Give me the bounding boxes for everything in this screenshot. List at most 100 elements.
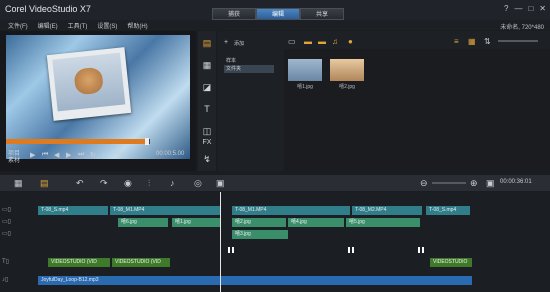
end-icon[interactable]: ⏭ xyxy=(78,151,84,159)
photo-clip[interactable]: 嘻3.jpg xyxy=(232,230,288,239)
scrubber-handle[interactable] xyxy=(145,138,150,145)
video-clip[interactable]: T-08_S.mp4 xyxy=(38,206,108,215)
photo-filter-icon[interactable]: ▬ xyxy=(318,37,326,46)
info-icon[interactable]: ● xyxy=(348,37,353,46)
media-icon[interactable]: ▤ xyxy=(201,37,213,49)
maximize-icon[interactable]: □ xyxy=(528,4,533,13)
player-panel: 项目 素材 ▶ ⏮ ◀ ▶ ⏭ ↻ ♪ HD 00:00:5.00 xyxy=(0,31,196,171)
library-thumb[interactable] xyxy=(330,59,364,81)
timeline-zoom-slider[interactable] xyxy=(432,182,466,184)
library-items: 嘻1.jpg 嘻2.jpg xyxy=(284,49,550,171)
photo-clip[interactable]: 嘻2.jpg xyxy=(232,218,286,227)
timeline-view-icon[interactable]: ▤ xyxy=(40,178,49,189)
video-clip[interactable]: T-08_M1.MP4 xyxy=(110,206,220,215)
title-icon[interactable]: T xyxy=(201,103,213,115)
add-icon[interactable]: + xyxy=(224,39,228,46)
video-filter-icon[interactable]: ▬ xyxy=(304,37,312,46)
tab-share[interactable]: 共享 xyxy=(300,8,344,20)
track-header-overlay2[interactable]: ▭▯ xyxy=(2,230,28,240)
menu-tools[interactable]: 工具(T) xyxy=(68,21,88,30)
zoom-slider[interactable] xyxy=(498,40,538,42)
app-title: Corel VideoStudio X7 xyxy=(5,4,91,14)
track-header-video[interactable]: ▭▯ xyxy=(2,206,28,216)
library-category-bar: ▤ ▦ ◪ T ◫ FX ↯ xyxy=(198,31,216,171)
close-icon[interactable]: ✕ xyxy=(539,4,546,13)
subtitle-icon[interactable]: ▣ xyxy=(216,178,225,189)
library-panel: + 添加 样本 文件夹 ▭ ▬ ▬ ♫ ● ≡ ▦ ⇅ 嘻1.jpg 嘻2.jp… xyxy=(218,31,550,171)
tab-edit[interactable]: 编辑 xyxy=(256,8,300,20)
pause-icon xyxy=(228,247,234,253)
menu-help[interactable]: 帮助(H) xyxy=(127,21,147,30)
timeline-tracks: ▭▯ ▭▯ ▭▯ T▯ ♪▯ T-08_S.mp4 T-08_M1.MP4 T-… xyxy=(0,192,550,292)
transition-icon[interactable]: ◪ xyxy=(201,81,213,93)
graphic-icon[interactable]: ◫ xyxy=(201,125,213,137)
sort-icon[interactable]: ⇅ xyxy=(484,37,491,46)
menu-bar: 文件(F) 编辑(E) 工具(T) 设置(S) 帮助(H) xyxy=(0,20,550,30)
path-icon[interactable]: ↯ xyxy=(201,153,213,165)
library-thumb-label: 嘻1.jpg xyxy=(297,84,313,90)
window-controls: ? — □ ✕ xyxy=(504,4,546,13)
mode-clip[interactable]: 素材 xyxy=(8,155,20,164)
prev-frame-icon[interactable]: ◀ xyxy=(54,151,59,159)
home-icon[interactable]: ⏮ xyxy=(42,151,48,159)
minimize-icon[interactable]: — xyxy=(514,4,522,13)
track-header-music[interactable]: ♪▯ xyxy=(2,276,28,286)
repeat-icon[interactable]: ↻ xyxy=(90,151,96,159)
thumbnail-view-icon[interactable]: ▦ xyxy=(468,37,476,46)
photo-clip[interactable]: 嘻1.jpg xyxy=(172,218,220,227)
photo-clip[interactable]: 嘻6.jpg xyxy=(118,218,168,227)
zoom-in-icon[interactable]: ⊕ xyxy=(470,178,478,189)
library-tree: + 添加 样本 文件夹 xyxy=(220,31,282,171)
playback-controls: 项目 素材 ▶ ⏮ ◀ ▶ ⏭ ↻ ♪ HD 00:00:5.00 xyxy=(6,148,194,164)
photo-clip[interactable]: 嘻5.jpg xyxy=(346,218,420,227)
track-header-overlay1[interactable]: ▭▯ xyxy=(2,218,28,228)
next-frame-icon[interactable]: ▶ xyxy=(66,151,71,159)
video-clip[interactable]: T-08_M1.MP4 xyxy=(232,206,350,215)
track-header-title[interactable]: T▯ xyxy=(2,258,28,268)
timeline-toolbar: ▦ ▤ ↶ ↷ ◉ ⫶ ♪ ◎ ▣ ⊖ ⊕ ▣ 00:00:36:01 xyxy=(0,175,550,191)
mixer-icon[interactable]: ⫶ xyxy=(148,178,150,189)
hd-button[interactable]: HD xyxy=(114,151,123,157)
record-icon[interactable]: ◉ xyxy=(124,178,132,189)
volume-icon[interactable]: ♪ xyxy=(102,151,106,158)
tab-capture[interactable]: 捕获 xyxy=(212,8,256,20)
scrubber-bar[interactable] xyxy=(6,138,150,145)
music-clip[interactable]: JoyfulDay_Loop-B12.mp3 xyxy=(38,276,472,285)
playhead[interactable] xyxy=(220,192,221,292)
menu-settings[interactable]: 设置(S) xyxy=(97,21,117,30)
timecode[interactable]: 00:00:5.00 xyxy=(156,151,184,157)
title-clip[interactable]: VIDEOSTUDIO (VID xyxy=(112,258,170,267)
storyboard-view-icon[interactable]: ▦ xyxy=(14,178,23,189)
project-info: 未命名, 720*480 xyxy=(500,25,544,31)
menu-edit[interactable]: 编辑(E) xyxy=(38,21,58,30)
photo-frame xyxy=(46,47,132,121)
add-label[interactable]: 添加 xyxy=(234,40,244,47)
tree-item-samples[interactable]: 样本 xyxy=(226,57,236,64)
video-clip[interactable]: T-08_S.mp4 xyxy=(426,206,470,215)
video-clip[interactable]: T-08_M2.MP4 xyxy=(352,206,422,215)
kitten-image xyxy=(73,66,104,96)
folder-icon[interactable]: ▭ xyxy=(288,37,296,46)
library-thumb-label: 嘻2.jpg xyxy=(339,84,355,90)
play-icon[interactable]: ▶ xyxy=(30,151,35,159)
title-clip[interactable]: VIDEOSTUDIO (VID xyxy=(48,258,110,267)
undo-icon[interactable]: ↶ xyxy=(76,178,84,189)
list-view-icon[interactable]: ≡ xyxy=(454,37,459,46)
instant-project-icon[interactable]: ▦ xyxy=(201,59,213,71)
fit-icon[interactable]: ▣ xyxy=(486,178,495,189)
fx-icon[interactable]: FX xyxy=(201,137,213,149)
pause-icon xyxy=(348,247,354,253)
help-icon[interactable]: ? xyxy=(504,4,508,13)
menu-file[interactable]: 文件(F) xyxy=(8,21,28,30)
tree-item-folder[interactable]: 文件夹 xyxy=(224,65,274,73)
zoom-out-icon[interactable]: ⊖ xyxy=(420,178,428,189)
photo-clip[interactable]: 嘻4.jpg xyxy=(288,218,344,227)
title-clip[interactable]: VIDEOSTUDIO xyxy=(430,258,472,267)
library-thumb[interactable] xyxy=(288,59,322,81)
auto-music-icon[interactable]: ♪ xyxy=(170,178,175,188)
audio-filter-icon[interactable]: ♫ xyxy=(332,37,338,46)
timeline-timecode[interactable]: 00:00:36:01 xyxy=(500,179,532,185)
motion-track-icon[interactable]: ◎ xyxy=(194,178,202,189)
library-toolbar: ▭ ▬ ▬ ♫ ● ≡ ▦ ⇅ xyxy=(284,35,550,47)
redo-icon[interactable]: ↷ xyxy=(100,178,108,189)
